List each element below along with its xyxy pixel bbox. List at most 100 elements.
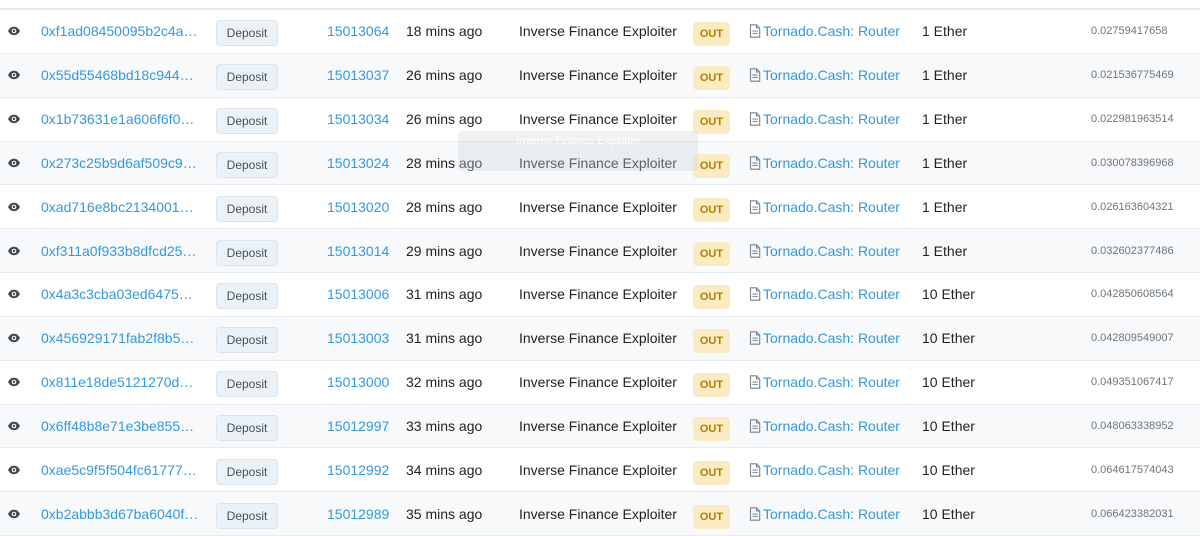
to-contract-link[interactable]: Tornado.Cash: Router <box>749 506 900 522</box>
eye-icon[interactable] <box>3 371 25 393</box>
to-contract-name: Tornado.Cash: Router <box>763 23 900 40</box>
from-address-label[interactable]: Inverse Finance Exploiter <box>519 462 677 478</box>
contract-file-icon <box>749 375 761 389</box>
from-address-label[interactable]: Inverse Finance Exploiter <box>519 418 677 434</box>
to-contract-name: Tornado.Cash: Router <box>763 242 900 259</box>
method-badge: Deposit <box>216 239 278 266</box>
eye-icon[interactable] <box>3 415 25 437</box>
value-text: 1 Ether <box>922 198 968 215</box>
direction-badge: OUT <box>693 110 730 135</box>
to-contract-link[interactable]: Tornado.Cash: Router <box>749 243 900 259</box>
tx-hash-link[interactable]: 0xad716e8bc213400167… <box>41 199 199 215</box>
txn-fee-text: 0.032602377486 <box>1091 244 1174 257</box>
block-number-link[interactable]: 15012989 <box>327 506 389 522</box>
to-contract-link[interactable]: Tornado.Cash: Router <box>749 199 900 215</box>
eye-icon[interactable] <box>3 152 25 174</box>
contract-file-icon <box>749 243 761 258</box>
txn-fee-text: 0.048063338952 <box>1091 420 1174 433</box>
from-address-label[interactable]: Inverse Finance Exploiter <box>519 506 677 522</box>
to-contract-link[interactable]: Tornado.Cash: Router <box>749 462 900 478</box>
preview-cell <box>0 448 28 491</box>
tx-hash-link[interactable]: 0x4a3c3cba03ed64751e… <box>41 286 199 302</box>
direction-badge: OUT <box>693 460 730 485</box>
eye-icon[interactable] <box>3 283 25 305</box>
to-contract-link[interactable]: Tornado.Cash: Router <box>749 418 900 434</box>
eye-icon[interactable] <box>3 327 25 349</box>
age-text: 31 mins ago <box>406 330 483 347</box>
block-number-link[interactable]: 15013006 <box>327 286 389 302</box>
txn-fee-text: 0.066423382031 <box>1091 507 1174 520</box>
block-number-link[interactable]: 15012997 <box>327 418 389 434</box>
to-contract-link[interactable]: Tornado.Cash: Router <box>749 330 900 346</box>
eye-icon[interactable] <box>3 108 25 130</box>
tx-hash-link[interactable]: 0x55d55468bd18c944aa… <box>41 67 199 83</box>
preview-cell <box>0 54 28 97</box>
from-address-label[interactable]: Inverse Finance Exploiter <box>519 67 677 83</box>
eye-icon[interactable] <box>3 240 25 262</box>
method-badge: Deposit <box>216 20 278 47</box>
direction-badge: OUT <box>693 417 730 442</box>
preview-cell <box>0 361 28 404</box>
from-address-label[interactable]: Inverse Finance Exploiter <box>519 330 677 346</box>
to-contract-link[interactable]: Tornado.Cash: Router <box>749 111 900 127</box>
direction-badge: OUT <box>693 153 730 178</box>
preview-cell <box>0 142 28 185</box>
block-number-link[interactable]: 15013064 <box>327 23 389 39</box>
contract-file-icon <box>749 68 761 83</box>
tx-hash-link[interactable]: 0x456929171fab2f8b5bb… <box>41 330 199 346</box>
block-number-link[interactable]: 15012992 <box>327 462 389 478</box>
from-address-label[interactable]: Inverse Finance Exploiter <box>519 286 677 302</box>
table-row: 0xf311a0f933b8dfcd25ee… Deposit 15013014… <box>0 229 1200 274</box>
block-number-link[interactable]: 15013037 <box>327 67 389 83</box>
from-address-label[interactable]: Inverse Finance Exploiter <box>519 374 677 390</box>
eye-icon[interactable] <box>3 459 25 481</box>
eye-icon[interactable] <box>3 20 25 42</box>
block-number-link[interactable]: 15013014 <box>327 243 389 259</box>
direction-badge: OUT <box>693 197 730 222</box>
age-text: 34 mins ago <box>406 461 483 478</box>
block-number-link[interactable]: 15013034 <box>327 111 389 127</box>
tx-hash-link[interactable]: 0xf311a0f933b8dfcd25ee… <box>41 243 199 259</box>
to-contract-link[interactable]: Tornado.Cash: Router <box>749 23 900 39</box>
tx-hash-link[interactable]: 0x273c25b9d6af509c94f… <box>41 155 199 171</box>
from-address-label[interactable]: Inverse Finance Exploiter <box>519 243 677 259</box>
tx-hash-link[interactable]: 0xb2abbb3d67ba6040f1… <box>41 506 199 522</box>
tx-hash-link[interactable]: 0x6ff48b8e71e3be85597… <box>41 418 199 434</box>
age-text: 28 mins ago <box>406 198 483 215</box>
age-text: 35 mins ago <box>406 505 483 522</box>
tx-hash-link[interactable]: 0xae5c9f5f504fc617779… <box>41 462 199 478</box>
direction-badge: OUT <box>693 373 730 398</box>
block-number-link[interactable]: 15013020 <box>327 199 389 215</box>
method-badge: Deposit <box>216 195 278 222</box>
to-contract-name: Tornado.Cash: Router <box>763 111 900 128</box>
tx-hash-link[interactable]: 0x1b73631e1a606f6f03d… <box>41 111 199 127</box>
eye-icon[interactable] <box>3 196 25 218</box>
from-address-label[interactable]: Inverse Finance Exploiter <box>519 199 677 215</box>
block-number-link[interactable]: 15013003 <box>327 330 389 346</box>
value-text: 10 Ether <box>922 461 975 478</box>
to-contract-link[interactable]: Tornado.Cash: Router <box>749 374 900 390</box>
from-address-label[interactable]: Inverse Finance Exploiter <box>519 23 677 39</box>
to-contract-name: Tornado.Cash: Router <box>763 198 900 215</box>
block-number-link[interactable]: 15013024 <box>327 155 389 171</box>
table-row: 0x4a3c3cba03ed64751e… Deposit 15013006 3… <box>0 273 1200 317</box>
method-badge: Deposit <box>216 64 278 91</box>
to-contract-link[interactable]: Tornado.Cash: Router <box>749 286 900 302</box>
preview-cell <box>0 10 28 53</box>
eye-icon[interactable] <box>3 503 25 525</box>
to-contract-link[interactable]: Tornado.Cash: Router <box>749 155 900 171</box>
table-row: 0xb2abbb3d67ba6040f1… Deposit 15012989 3… <box>0 492 1200 536</box>
age-text: 28 mins ago <box>406 154 483 171</box>
tx-hash-link[interactable]: 0xf1ad08450095b2c4ab… <box>41 23 199 39</box>
to-contract-name: Tornado.Cash: Router <box>763 286 900 303</box>
to-contract-link[interactable]: Tornado.Cash: Router <box>749 67 900 83</box>
from-address-label[interactable]: Inverse Finance Exploiter <box>519 155 677 171</box>
eye-icon[interactable] <box>3 64 25 86</box>
tx-hash-link[interactable]: 0x811e18de5121270d63… <box>41 374 199 390</box>
direction-badge: OUT <box>693 329 730 354</box>
to-contract-name: Tornado.Cash: Router <box>763 154 900 171</box>
block-number-link[interactable]: 15013000 <box>327 374 389 390</box>
contract-file-icon <box>749 419 761 433</box>
from-address-label[interactable]: Inverse Finance Exploiter <box>519 111 677 127</box>
preview-cell <box>0 492 28 535</box>
